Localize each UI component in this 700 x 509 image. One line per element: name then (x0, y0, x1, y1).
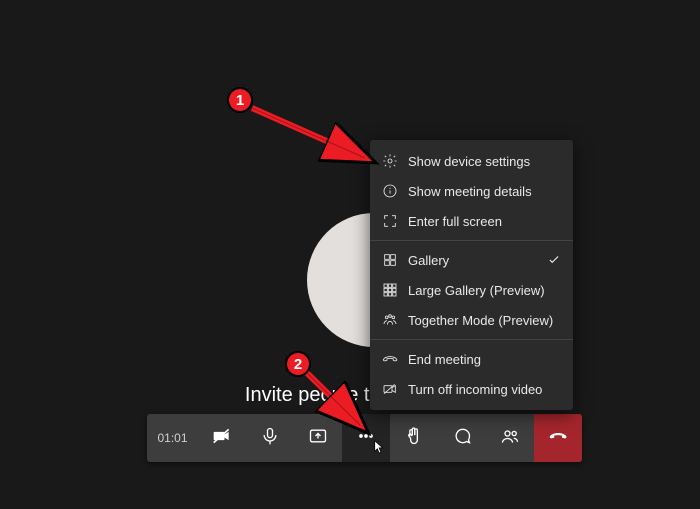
chat-button[interactable] (438, 414, 486, 462)
menu-item-label: Together Mode (Preview) (408, 313, 553, 328)
large-gallery-icon (382, 282, 398, 298)
raise-hand-button[interactable] (390, 414, 438, 462)
menu-item-label: Large Gallery (Preview) (408, 283, 545, 298)
menu-divider (370, 339, 573, 340)
microphone-button[interactable] (246, 414, 294, 462)
more-icon (356, 426, 376, 451)
menu-item-gallery[interactable]: Gallery (370, 245, 573, 275)
end-call-icon (382, 351, 398, 367)
people-icon (500, 426, 520, 451)
share-button[interactable] (294, 414, 342, 462)
hang-up-button[interactable] (534, 414, 582, 462)
menu-item-large-gallery[interactable]: Large Gallery (Preview) (370, 275, 573, 305)
hang-up-icon (548, 426, 568, 451)
menu-item-label: Enter full screen (408, 214, 502, 229)
menu-item-end-meeting[interactable]: End meeting (370, 344, 573, 374)
menu-item-together-mode[interactable]: Together Mode (Preview) (370, 305, 573, 335)
video-off-icon (382, 381, 398, 397)
annotation-badge-1: 1 (227, 87, 253, 113)
more-actions-menu: Show device settings Show meeting detail… (370, 140, 573, 410)
gallery-icon (382, 252, 398, 268)
camera-button[interactable] (198, 414, 246, 462)
microphone-icon (260, 426, 280, 451)
menu-item-label: End meeting (408, 352, 481, 367)
menu-item-label: Show meeting details (408, 184, 532, 199)
menu-item-label: Turn off incoming video (408, 382, 542, 397)
invite-prompt: Invite people to join you (0, 384, 700, 407)
menu-item-device-settings[interactable]: Show device settings (370, 146, 573, 176)
chat-icon (452, 426, 472, 451)
menu-item-label: Gallery (408, 253, 449, 268)
share-screen-icon (308, 426, 328, 451)
menu-item-meeting-details[interactable]: Show meeting details (370, 176, 573, 206)
check-icon (547, 253, 561, 267)
more-actions-button[interactable] (342, 414, 390, 462)
call-timer: 01:01 (147, 414, 198, 462)
camera-off-icon (212, 426, 232, 451)
fullscreen-icon (382, 213, 398, 229)
info-icon (382, 183, 398, 199)
gear-icon (382, 153, 398, 169)
raise-hand-icon (404, 426, 424, 451)
annotation-badge-2: 2 (285, 351, 311, 377)
menu-item-turn-off-incoming-video[interactable]: Turn off incoming video (370, 374, 573, 404)
menu-item-full-screen[interactable]: Enter full screen (370, 206, 573, 236)
menu-item-label: Show device settings (408, 154, 530, 169)
together-mode-icon (382, 312, 398, 328)
participants-button[interactable] (486, 414, 534, 462)
meeting-toolbar: 01:01 (147, 414, 582, 462)
menu-divider (370, 240, 573, 241)
